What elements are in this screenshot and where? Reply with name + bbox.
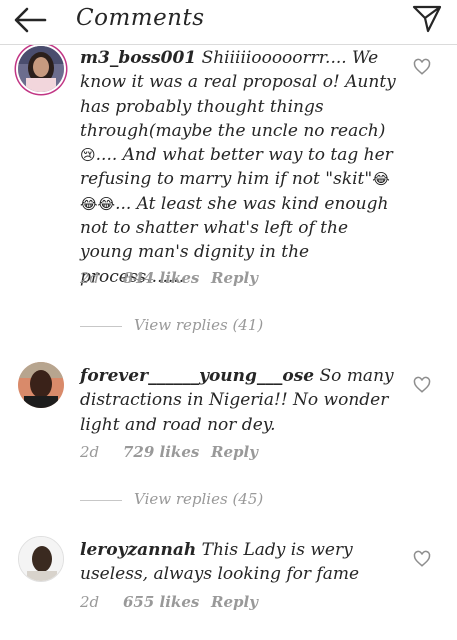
view-replies-label: View replies (45) bbox=[134, 490, 264, 508]
like-button[interactable] bbox=[413, 58, 431, 76]
like-count[interactable]: 844 likes bbox=[123, 269, 199, 287]
comment-time: 2d bbox=[80, 443, 100, 461]
page-title: Comments bbox=[76, 5, 205, 31]
paper-plane-icon bbox=[412, 5, 442, 33]
comment-time: 2d bbox=[80, 593, 100, 611]
comment-username[interactable]: leroyzannah bbox=[80, 540, 196, 560]
heart-icon bbox=[413, 376, 431, 393]
crying-emoji-icon: 😢 bbox=[80, 146, 96, 165]
send-button[interactable] bbox=[411, 3, 443, 35]
divider bbox=[80, 326, 122, 327]
reply-button[interactable]: Reply bbox=[211, 443, 258, 461]
heart-icon bbox=[413, 550, 431, 567]
comment-time: 2d bbox=[80, 269, 100, 287]
comment-body-part: .... And what better way to tag her refu… bbox=[80, 145, 393, 190]
top-bar: Comments bbox=[0, 0, 457, 45]
like-count[interactable]: 729 likes bbox=[123, 443, 199, 461]
comment-text: m3_boss001 Shiiiiiooooorrr.... We know i… bbox=[80, 46, 396, 289]
back-button[interactable] bbox=[12, 5, 48, 35]
comment-username[interactable]: m3_boss001 bbox=[80, 48, 196, 68]
like-button[interactable] bbox=[413, 376, 431, 394]
like-button[interactable] bbox=[413, 550, 431, 568]
comment-text: leroyzannah This Lady is wery useless, a… bbox=[80, 538, 396, 587]
avatar[interactable] bbox=[18, 46, 64, 92]
avatar[interactable] bbox=[18, 362, 64, 408]
like-count[interactable]: 655 likes bbox=[123, 593, 199, 611]
arrow-left-icon bbox=[14, 7, 47, 33]
heart-icon bbox=[413, 58, 431, 75]
reply-button[interactable]: Reply bbox=[211, 593, 258, 611]
view-replies-button[interactable]: View replies (45) bbox=[80, 490, 380, 510]
reply-button[interactable]: Reply bbox=[211, 269, 258, 287]
divider bbox=[80, 500, 122, 501]
avatar[interactable] bbox=[18, 536, 64, 582]
comment-username[interactable]: forever______young___ose bbox=[80, 366, 314, 386]
view-replies-label: View replies (41) bbox=[134, 316, 264, 334]
view-replies-button[interactable]: View replies (41) bbox=[80, 316, 380, 336]
comment-text: forever______young___ose So many distrac… bbox=[80, 364, 396, 437]
